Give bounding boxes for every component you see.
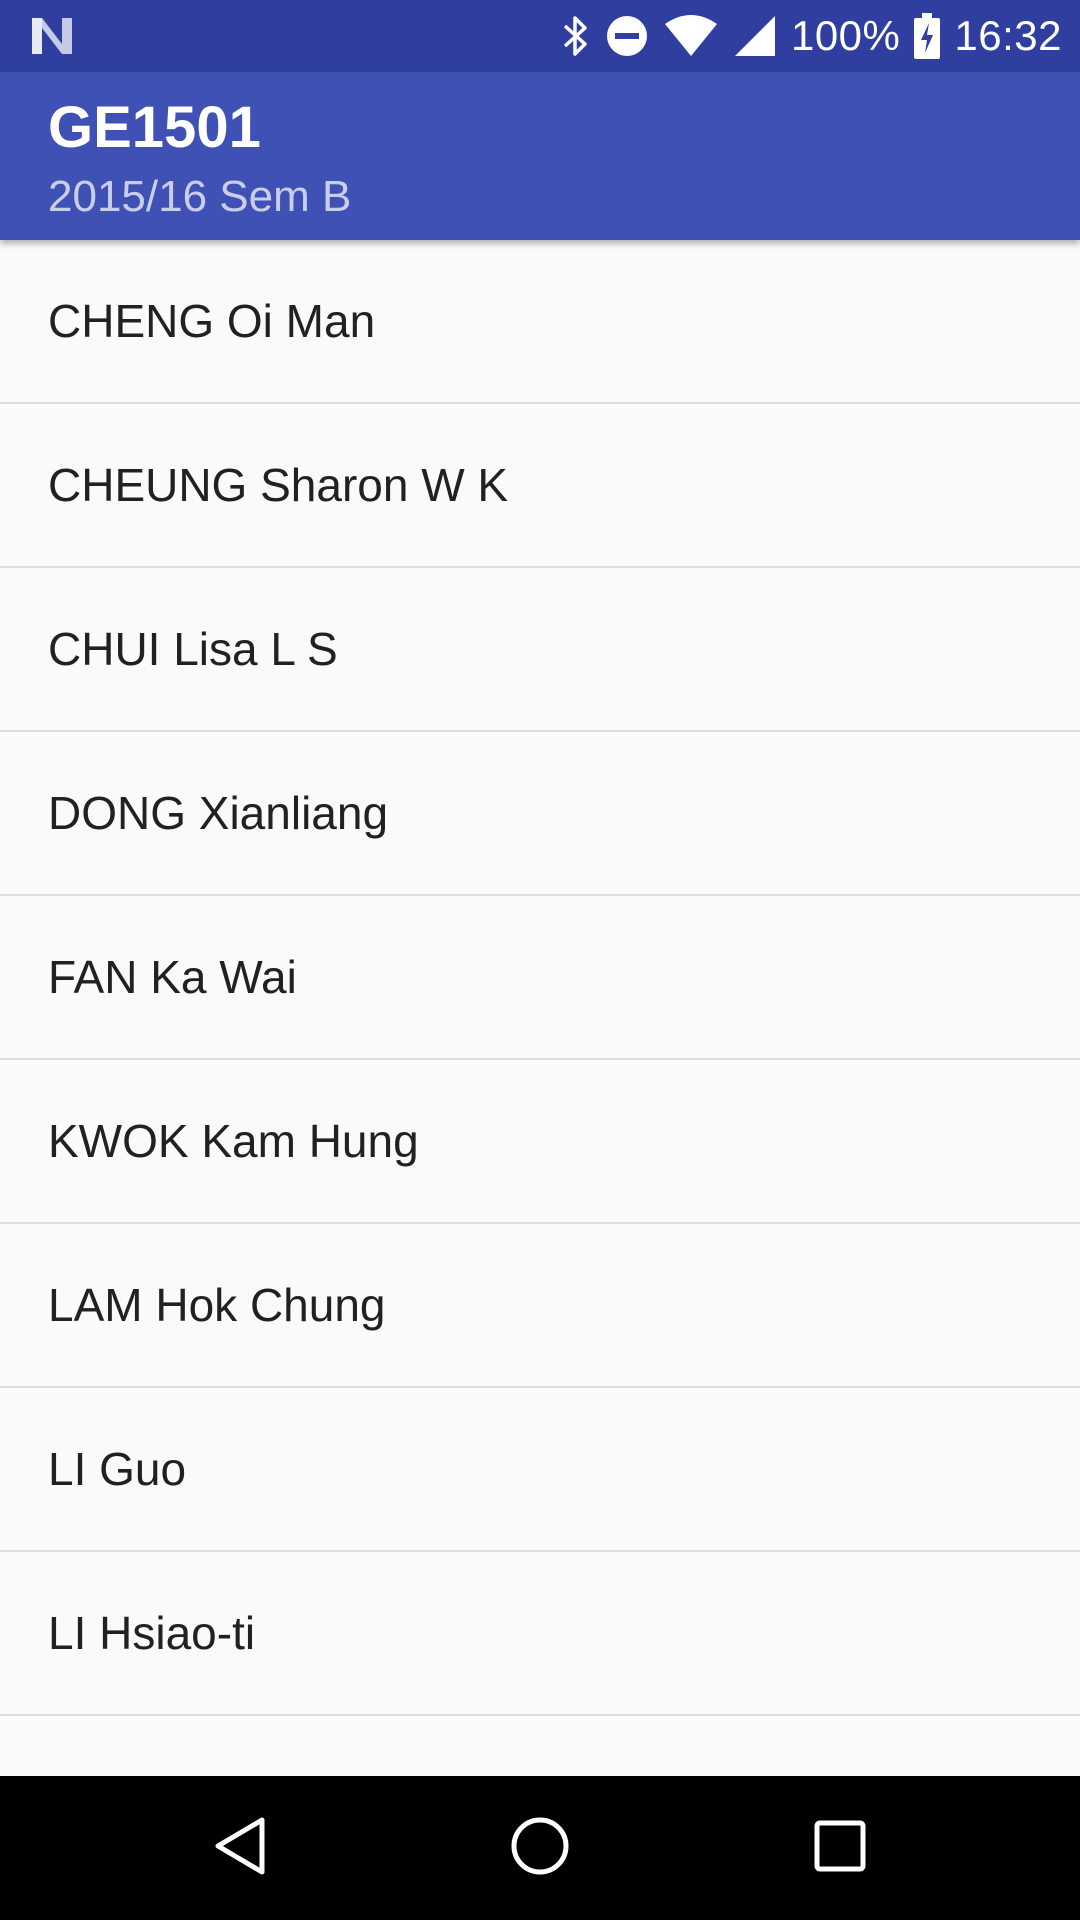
back-button[interactable] — [168, 1776, 312, 1920]
list-item[interactable]: LI Guo — [0, 1388, 1080, 1552]
list-item[interactable] — [0, 1716, 1080, 1776]
clock: 16:32 — [954, 12, 1062, 59]
list-item[interactable]: FAN Ka Wai — [0, 896, 1080, 1060]
list-item[interactable]: LI Hsiao-ti — [0, 1552, 1080, 1716]
navigation-bar — [0, 1776, 1080, 1920]
wifi-icon — [663, 14, 719, 58]
list-item[interactable]: DONG Xianliang — [0, 732, 1080, 896]
home-icon — [510, 1816, 570, 1881]
battery-charging-icon — [914, 13, 941, 59]
home-button[interactable] — [468, 1776, 612, 1920]
list-item[interactable]: KWOK Kam Hung — [0, 1060, 1080, 1224]
notification-n-icon — [28, 14, 76, 58]
page-title: GE1501 — [48, 95, 261, 160]
page-subtitle: 2015/16 Sem B — [48, 172, 352, 221]
list-item-label: KWOK Kam Hung — [48, 1115, 419, 1167]
list-item[interactable]: CHEUNG Sharon W K — [0, 404, 1080, 568]
list-item-label: CHUI Lisa L S — [48, 623, 338, 675]
list-item-label: LI Hsiao-ti — [48, 1607, 256, 1659]
list-item[interactable]: CHENG Oi Man — [0, 240, 1080, 404]
list-item-label: LAM Hok Chung — [48, 1279, 386, 1331]
list-item-label: FAN Ka Wai — [48, 951, 297, 1003]
list-item-label: LI Guo — [48, 1443, 187, 1495]
recents-icon — [813, 1819, 867, 1878]
list-item-label: DONG Xianliang — [48, 787, 389, 839]
list-item[interactable]: LAM Hok Chung — [0, 1224, 1080, 1388]
cell-signal-icon — [733, 14, 777, 58]
student-list[interactable]: CHENG Oi Man CHEUNG Sharon W K CHUI Lisa… — [0, 240, 1080, 1776]
list-item[interactable]: CHUI Lisa L S — [0, 568, 1080, 732]
list-item-label: CHENG Oi Man — [48, 295, 376, 347]
list-item-label: CHEUNG Sharon W K — [48, 459, 509, 511]
screen: 100% 16:32 GE1501 2015/16 Sem B CHENG Oi… — [0, 0, 1080, 1920]
bluetooth-icon — [561, 14, 591, 58]
recents-button[interactable] — [768, 1776, 912, 1920]
app-bar: GE1501 2015/16 Sem B — [0, 72, 1080, 240]
status-icons: 100% 16:32 — [561, 0, 1062, 72]
battery-percent: 100% — [790, 12, 901, 59]
status-bar: 100% 16:32 — [0, 0, 1080, 72]
do-not-disturb-icon — [605, 14, 649, 58]
back-icon — [212, 1816, 268, 1881]
